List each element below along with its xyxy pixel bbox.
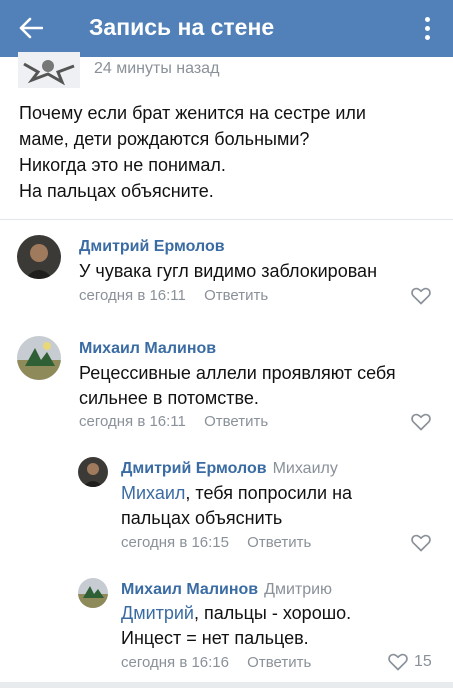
avatar[interactable] xyxy=(78,457,108,487)
like-button[interactable] xyxy=(411,534,431,552)
arrow-left-icon xyxy=(19,17,43,39)
reply-button[interactable]: Ответить xyxy=(247,534,311,551)
more-button[interactable] xyxy=(415,12,439,44)
post-text-line: маме, дети рождаются больными? xyxy=(19,129,310,149)
bottom-edge xyxy=(0,682,453,688)
reply-button[interactable]: Ответить xyxy=(204,413,268,430)
post-text: Почему если брат женится на сестре или м… xyxy=(19,100,439,204)
like-count: 15 xyxy=(414,653,432,670)
reply-button[interactable]: Ответить xyxy=(204,287,268,304)
mention-link[interactable]: Михаил xyxy=(121,483,185,503)
more-vertical-icon xyxy=(424,16,430,22)
avatar[interactable] xyxy=(17,235,61,279)
comment-text: Рецессивные аллели проявляют себя сильне… xyxy=(79,363,396,408)
post-text-line: Почему если брат женится на сестре или xyxy=(19,103,366,123)
heart-icon xyxy=(411,413,431,431)
like-button[interactable]: 15 xyxy=(388,653,432,671)
comment-author[interactable]: Михаил Малинов xyxy=(79,340,216,358)
like-button[interactable] xyxy=(411,413,431,431)
comment-time: сегодня в 16:11 xyxy=(79,287,186,304)
mention-link[interactable]: Дмитрий xyxy=(121,603,194,623)
reply-to[interactable]: Дмитрию xyxy=(264,581,332,598)
like-button[interactable] xyxy=(411,287,431,305)
heart-icon xyxy=(411,534,431,552)
comment-time: сегодня в 16:16 xyxy=(121,654,229,671)
comment-meta: сегодня в 16:15 Ответить xyxy=(121,534,311,551)
post-text-line: На пальцах объясните. xyxy=(19,181,214,201)
heart-icon xyxy=(388,653,408,671)
app-bar: Запись на стене xyxy=(0,0,453,57)
comment-time: сегодня в 16:11 xyxy=(79,413,186,430)
post-time: 24 минуты назад xyxy=(94,60,220,77)
comment-text: У чувака гугл видимо заблокирован xyxy=(79,261,378,281)
post-author-avatar[interactable] xyxy=(18,52,80,88)
comment-author[interactable]: Дмитрий Ермолов Михаилу xyxy=(121,460,338,478)
comment-meta: сегодня в 16:11 Ответить xyxy=(79,413,268,430)
post-text-line: Никогда это не понимал. xyxy=(19,155,226,175)
reply-button[interactable]: Ответить xyxy=(247,654,311,671)
comment-meta: сегодня в 16:16 Ответить xyxy=(121,654,311,671)
heart-icon xyxy=(411,287,431,305)
avatar[interactable] xyxy=(78,578,108,608)
comment-author[interactable]: Михаил Малинов Дмитрию xyxy=(121,581,332,599)
comment-time: сегодня в 16:15 xyxy=(121,534,229,551)
comment-text: Михаил, тебя попросили на пальцах объясн… xyxy=(121,483,353,528)
page-title: Запись на стене xyxy=(89,14,275,40)
divider xyxy=(0,219,453,220)
comment-text: Дмитрий, пальцы - хорошо. Инцест = нет п… xyxy=(121,603,352,648)
comment-author[interactable]: Дмитрий Ермолов xyxy=(79,238,225,256)
reply-to[interactable]: Михаилу xyxy=(273,460,338,477)
comment-meta: сегодня в 16:11 Ответить xyxy=(79,287,268,304)
avatar[interactable] xyxy=(17,336,61,380)
back-button[interactable] xyxy=(16,13,46,43)
